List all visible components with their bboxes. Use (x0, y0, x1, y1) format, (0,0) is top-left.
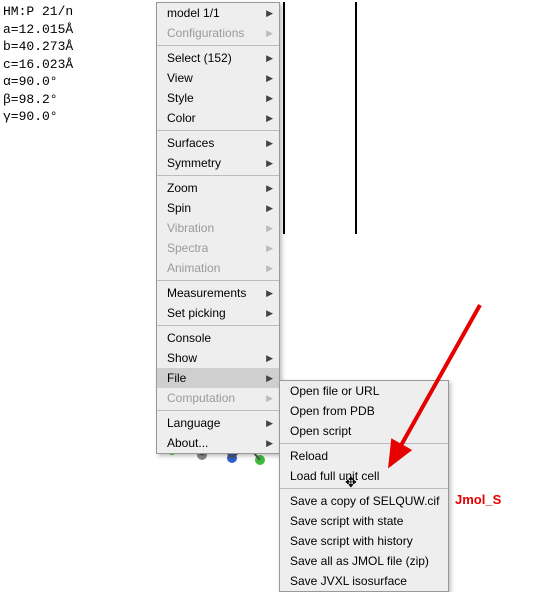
chevron-right-icon: ▶ (266, 203, 273, 214)
chevron-right-icon: ▶ (266, 53, 273, 64)
menu-symmetry[interactable]: Symmetry▶ (157, 153, 279, 173)
chevron-right-icon: ▶ (266, 438, 273, 449)
viewport-edge (283, 2, 357, 234)
menu-save-state[interactable]: Save script with state (280, 511, 448, 531)
menu-separator (157, 280, 279, 281)
context-menu-main: model 1/1▶ Configurations▶ Select (152)▶… (156, 2, 280, 454)
menu-console[interactable]: Console (157, 328, 279, 348)
chevron-right-icon: ▶ (266, 8, 273, 19)
menu-reload[interactable]: Reload (280, 446, 448, 466)
chevron-right-icon: ▶ (266, 308, 273, 319)
menu-zoom[interactable]: Zoom▶ (157, 178, 279, 198)
chevron-right-icon: ▶ (266, 183, 273, 194)
menu-configurations: Configurations▶ (157, 23, 279, 43)
chevron-right-icon: ▶ (266, 73, 273, 84)
menu-show[interactable]: Show▶ (157, 348, 279, 368)
menu-vibration: Vibration▶ (157, 218, 279, 238)
menu-computation: Computation▶ (157, 388, 279, 408)
crystal-hm: HM:P 21/n (3, 3, 73, 21)
chevron-right-icon: ▶ (266, 393, 273, 404)
chevron-right-icon: ▶ (266, 353, 273, 364)
menu-model[interactable]: model 1/1▶ (157, 3, 279, 23)
menu-open-pdb[interactable]: Open from PDB (280, 401, 448, 421)
crystal-b: b=40.273Å (3, 38, 73, 56)
chevron-right-icon: ▶ (266, 93, 273, 104)
menu-language[interactable]: Language▶ (157, 413, 279, 433)
menu-open-file[interactable]: Open file or URL (280, 381, 448, 401)
menu-separator (157, 45, 279, 46)
crystal-alpha: α=90.0° (3, 73, 73, 91)
menu-save-history[interactable]: Save script with history (280, 531, 448, 551)
crystal-a: a=12.015Å (3, 21, 73, 39)
chevron-right-icon: ▶ (266, 418, 273, 429)
menu-color[interactable]: Color▶ (157, 108, 279, 128)
crystal-gamma: γ=90.0° (3, 108, 73, 126)
menu-separator (157, 410, 279, 411)
menu-measurements[interactable]: Measurements▶ (157, 283, 279, 303)
chevron-right-icon: ▶ (266, 223, 273, 234)
menu-setpicking[interactable]: Set picking▶ (157, 303, 279, 323)
crystal-c: c=16.023Å (3, 56, 73, 74)
menu-separator (280, 443, 448, 444)
crystal-beta: β=98.2° (3, 91, 73, 109)
context-menu-file: Open file or URL Open from PDB Open scri… (279, 380, 449, 592)
crystal-info: HM:P 21/n a=12.015Å b=40.273Å c=16.023Å … (3, 3, 73, 126)
chevron-right-icon: ▶ (266, 28, 273, 39)
chevron-right-icon: ▶ (266, 288, 273, 299)
menu-open-script[interactable]: Open script (280, 421, 448, 441)
menu-save-jvxl[interactable]: Save JVXL isosurface (280, 571, 448, 591)
chevron-right-icon: ▶ (266, 158, 273, 169)
menu-spin[interactable]: Spin▶ (157, 198, 279, 218)
menu-about[interactable]: About...▶ (157, 433, 279, 453)
menu-save-jmol[interactable]: Save all as JMOL file (zip) (280, 551, 448, 571)
annotation-label: Jmol_S (455, 492, 501, 507)
chevron-right-icon: ▶ (266, 138, 273, 149)
menu-separator (157, 175, 279, 176)
move-cursor-icon: ✥ (345, 474, 357, 491)
menu-spectra: Spectra▶ (157, 238, 279, 258)
chevron-right-icon: ▶ (266, 243, 273, 254)
menu-save-copy[interactable]: Save a copy of SELQUW.cif (280, 491, 448, 511)
menu-separator (157, 325, 279, 326)
chevron-right-icon: ▶ (266, 113, 273, 124)
menu-select[interactable]: Select (152)▶ (157, 48, 279, 68)
chevron-right-icon: ▶ (266, 373, 273, 384)
menu-style[interactable]: Style▶ (157, 88, 279, 108)
menu-surfaces[interactable]: Surfaces▶ (157, 133, 279, 153)
menu-separator (157, 130, 279, 131)
menu-separator (280, 488, 448, 489)
menu-view[interactable]: View▶ (157, 68, 279, 88)
menu-load-unit-cell[interactable]: Load full unit cell (280, 466, 448, 486)
chevron-right-icon: ▶ (266, 263, 273, 274)
menu-animation: Animation▶ (157, 258, 279, 278)
menu-file[interactable]: File▶ (157, 368, 279, 388)
